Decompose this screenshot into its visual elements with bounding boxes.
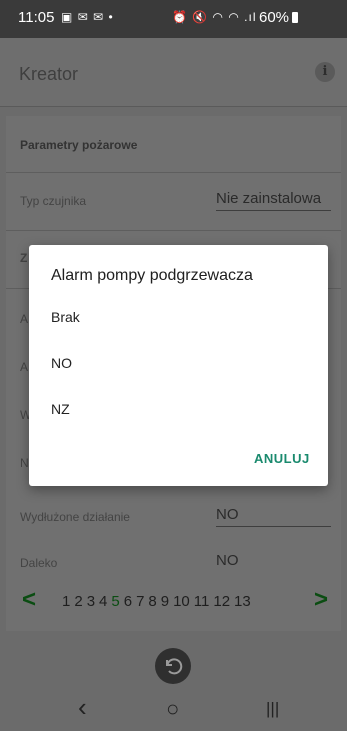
page-link[interactable]: 2: [74, 593, 82, 610]
system-nav-bar: ‹ ○ |||: [0, 692, 347, 731]
notification-icons: ▣ ✉ ✉ •: [61, 10, 114, 24]
battery-icon: [292, 12, 299, 23]
battery-percent: 60%: [259, 9, 290, 26]
page-link[interactable]: 9: [161, 593, 169, 610]
signal-icons: ⏰ 🔇 ◠ ◠ .ıl: [172, 10, 257, 24]
undo-button[interactable]: [155, 648, 191, 684]
nav-home-button[interactable]: ○: [166, 696, 179, 722]
nav-recents-button[interactable]: |||: [266, 699, 279, 719]
page-link-active[interactable]: 5: [111, 593, 119, 610]
page-link[interactable]: 7: [136, 593, 144, 610]
page-link[interactable]: 1: [62, 593, 70, 610]
divider: [6, 230, 341, 231]
page-link[interactable]: 3: [87, 593, 95, 610]
alarm-dialog: Alarm pompy podgrzewacza Brak NO NZ ANUL…: [29, 245, 328, 486]
page-link[interactable]: 8: [148, 593, 156, 610]
page-link[interactable]: 10: [173, 593, 190, 610]
page-link[interactable]: 6: [124, 593, 132, 610]
nav-back-button[interactable]: ‹: [78, 692, 87, 723]
pager-prev-button[interactable]: <: [22, 586, 36, 614]
page-link[interactable]: 4: [99, 593, 107, 610]
extended-operation-field[interactable]: NO: [216, 506, 331, 527]
option-brak[interactable]: Brak: [51, 309, 80, 325]
app-bar: Kreator i: [0, 38, 347, 107]
status-time: 11:05: [18, 9, 55, 26]
sensor-type-field[interactable]: Nie zainstalowa: [216, 190, 331, 211]
bottom-area: [0, 640, 347, 692]
row-label-2: Z: [20, 251, 28, 265]
undo-icon: [166, 658, 183, 675]
app-title: Kreator: [19, 64, 79, 84]
dialog-title: Alarm pompy podgrzewacza: [51, 267, 253, 284]
row-label-4: A: [20, 360, 29, 374]
row-label-6: N: [20, 456, 29, 470]
row-label-remote: Daleko: [20, 556, 58, 570]
page-link[interactable]: 11: [194, 593, 210, 610]
option-no[interactable]: NO: [51, 355, 72, 371]
divider: [6, 172, 341, 173]
section-title: Parametry pożarowe: [20, 138, 138, 152]
battery-indicator: 60%: [259, 9, 299, 26]
page-link[interactable]: 12: [213, 593, 230, 610]
status-bar: 11:05 ▣ ✉ ✉ • ⏰ 🔇 ◠ ◠ .ıl 60%: [0, 0, 347, 38]
pager-pages: 1 2 3 4 5 6 7 8 9 10 11 12 13: [62, 593, 255, 610]
page-link[interactable]: 13: [234, 593, 251, 610]
row-label-3: A: [20, 312, 29, 326]
info-icon[interactable]: i: [315, 62, 335, 82]
pager-next-button[interactable]: >: [314, 586, 328, 614]
remote-field[interactable]: NO: [216, 552, 331, 572]
row-label-extended-operation: Wydłużone działanie: [20, 510, 130, 524]
pager: < 1 2 3 4 5 6 7 8 9 10 11 12 13 >: [6, 586, 341, 622]
cancel-button[interactable]: ANULUJ: [254, 451, 310, 466]
row-label-sensor-type: Typ czujnika: [20, 194, 87, 208]
option-nz[interactable]: NZ: [51, 401, 70, 417]
